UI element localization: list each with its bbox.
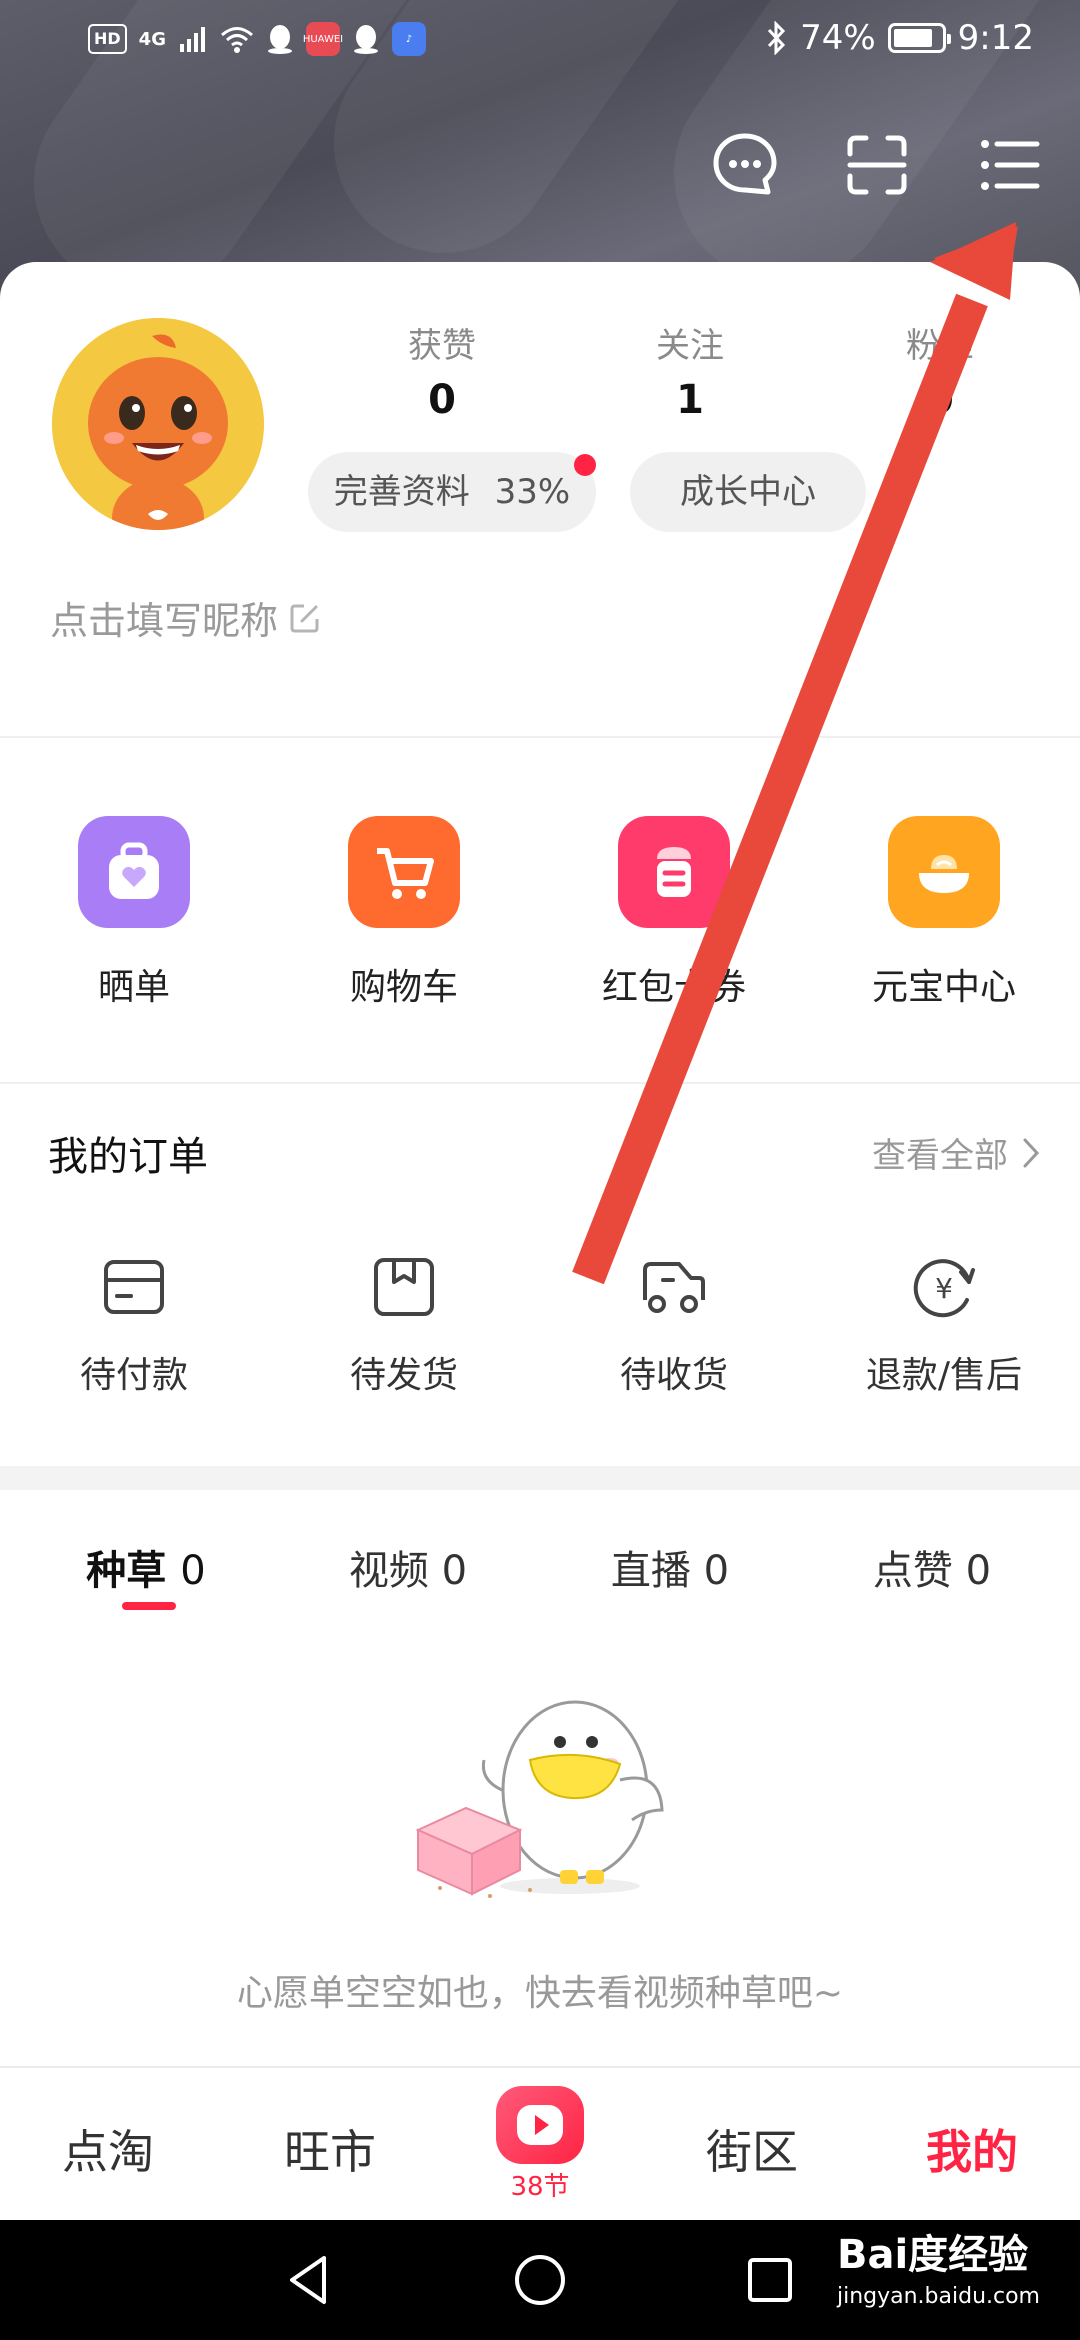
play-icon — [496, 2086, 584, 2164]
quick-action-cart[interactable]: 购物车 — [304, 816, 504, 1010]
signal-icon — [179, 27, 205, 52]
order-label: 待收货 — [619, 1355, 728, 1396]
stat-label: 关注 — [656, 326, 724, 366]
complete-profile-percent: 33% — [494, 472, 571, 512]
tab-label: 点赞 — [872, 1548, 953, 1594]
section-divider — [0, 736, 1080, 738]
battery-percent: 74% — [800, 18, 876, 58]
order-label: 退款/售后 — [865, 1355, 1023, 1396]
nav-wangshi[interactable]: 旺市 — [250, 2116, 410, 2182]
svg-text:¥: ¥ — [935, 1272, 953, 1305]
avatar[interactable] — [52, 318, 264, 530]
growth-center-button[interactable]: 成长中心 — [630, 452, 866, 532]
quick-action-label: 红包卡券 — [601, 967, 746, 1008]
complete-profile-label: 完善资料 — [333, 472, 470, 512]
tab-count: 0 — [180, 1548, 206, 1594]
complete-profile-button[interactable]: 完善资料 33% — [308, 452, 596, 532]
orders-title: 我的订单 — [48, 1134, 208, 1180]
empty-state-text: 心愿单空空如也，快去看视频种草吧~ — [236, 1973, 844, 2014]
quick-action-label: 购物车 — [349, 967, 458, 1008]
quick-action-show-orders[interactable]: 晒单 — [34, 816, 234, 1010]
truck-icon — [643, 1262, 705, 1313]
active-tab-indicator — [122, 1602, 176, 1610]
message-icon[interactable] — [710, 130, 780, 200]
stat-followers[interactable]: 粉丝 0 — [840, 318, 1040, 423]
music-app-icon: ♪ — [391, 22, 426, 56]
nav-diantao[interactable]: 点淘 — [28, 2116, 188, 2182]
red-packet-icon — [618, 816, 730, 928]
quick-action-label: 元宝中心 — [871, 967, 1016, 1008]
nickname-prompt[interactable]: 点击填写昵称 — [50, 590, 322, 645]
watermark-url: jingyan.baidu.com — [836, 2284, 1040, 2309]
menu-icon[interactable] — [975, 130, 1045, 200]
stat-value: 0 — [926, 377, 954, 423]
recents-icon[interactable] — [742, 2252, 798, 2308]
qq-icon — [267, 25, 292, 54]
home-icon[interactable] — [512, 2252, 568, 2308]
nav-center-sub: 38节 — [510, 2172, 570, 2202]
order-refund[interactable]: ¥ 退款/售后 — [844, 1252, 1044, 1398]
mascot-avatar-icon — [52, 318, 264, 530]
bluetooth-icon — [767, 21, 786, 55]
quick-action-label: 晒单 — [97, 967, 170, 1008]
tab-count: 0 — [703, 1548, 730, 1594]
battery-icon — [887, 23, 951, 53]
tab-video[interactable]: 视频 0 — [298, 1538, 518, 1596]
quick-action-ingot[interactable]: 元宝中心 — [844, 816, 1044, 1010]
quick-action-red-packet[interactable]: 红包卡券 — [574, 816, 774, 1010]
notification-dot — [574, 454, 596, 476]
refund-icon: ¥ — [913, 1259, 975, 1318]
nav-mine[interactable]: 我的 — [892, 2116, 1052, 2182]
ingot-icon — [888, 816, 1000, 928]
section-gap — [0, 1466, 1080, 1490]
package-icon — [374, 1258, 434, 1316]
huawei-app-icon: HUAWEI — [303, 22, 343, 56]
tab-count: 0 — [441, 1548, 468, 1594]
stat-likes[interactable]: 获赞 0 — [342, 318, 542, 423]
stat-label: 获赞 — [408, 326, 476, 366]
order-label: 待发货 — [349, 1355, 458, 1396]
tab-likes[interactable]: 点赞 0 — [822, 1538, 1042, 1596]
stat-value: 0 — [428, 377, 456, 423]
order-pending-shipment[interactable]: 待发货 — [304, 1252, 504, 1398]
hd-indicator: HD — [88, 24, 127, 54]
bag-heart-icon — [78, 816, 190, 928]
wifi-icon — [221, 27, 253, 53]
stat-value: 1 — [676, 377, 704, 423]
stat-following[interactable]: 关注 1 — [590, 318, 790, 423]
tab-live[interactable]: 直播 0 — [560, 1538, 780, 1596]
tab-count: 0 — [965, 1548, 992, 1594]
edit-icon — [290, 604, 319, 632]
section-divider — [0, 1082, 1080, 1084]
status-bar: HD 4G HUAWEI ♪ 74% 9:12 — [0, 0, 1080, 80]
order-pending-receipt[interactable]: 待收货 — [574, 1252, 774, 1398]
order-label: 待付款 — [79, 1355, 188, 1396]
watermark: Bai度经验 jingyan.baidu.com — [837, 2222, 1040, 2309]
nav-center-video[interactable]: 38节 — [492, 2086, 588, 2203]
cart-icon — [348, 816, 460, 928]
view-all-orders-link[interactable]: 查看全部 — [872, 1128, 1040, 1177]
qq-icon-2 — [353, 25, 378, 54]
scan-icon[interactable] — [842, 130, 912, 200]
tab-label: 直播 — [610, 1548, 691, 1594]
clock: 9:12 — [957, 18, 1034, 58]
order-pending-payment[interactable]: 待付款 — [34, 1252, 234, 1398]
network-type: 4G — [138, 28, 166, 50]
tab-label: 种草 — [86, 1548, 167, 1594]
tab-recommend[interactable]: 种草 0 — [36, 1538, 256, 1596]
empty-duck-illustration-icon — [415, 1700, 664, 1898]
tab-label: 视频 — [348, 1548, 429, 1594]
bottom-navigation: 点淘 旺市 38节 街区 我的 — [0, 2066, 1080, 2220]
stat-label: 粉丝 — [906, 326, 974, 366]
chevron-right-icon — [1023, 1138, 1040, 1167]
nav-jiequ[interactable]: 街区 — [672, 2116, 832, 2182]
view-all-label: 查看全部 — [872, 1136, 1008, 1176]
watermark-brand: Bai度经验 — [836, 2232, 1029, 2278]
back-icon[interactable] — [282, 2252, 338, 2308]
nickname-text: 点击填写昵称 — [50, 599, 279, 643]
wallet-icon — [104, 1260, 164, 1314]
